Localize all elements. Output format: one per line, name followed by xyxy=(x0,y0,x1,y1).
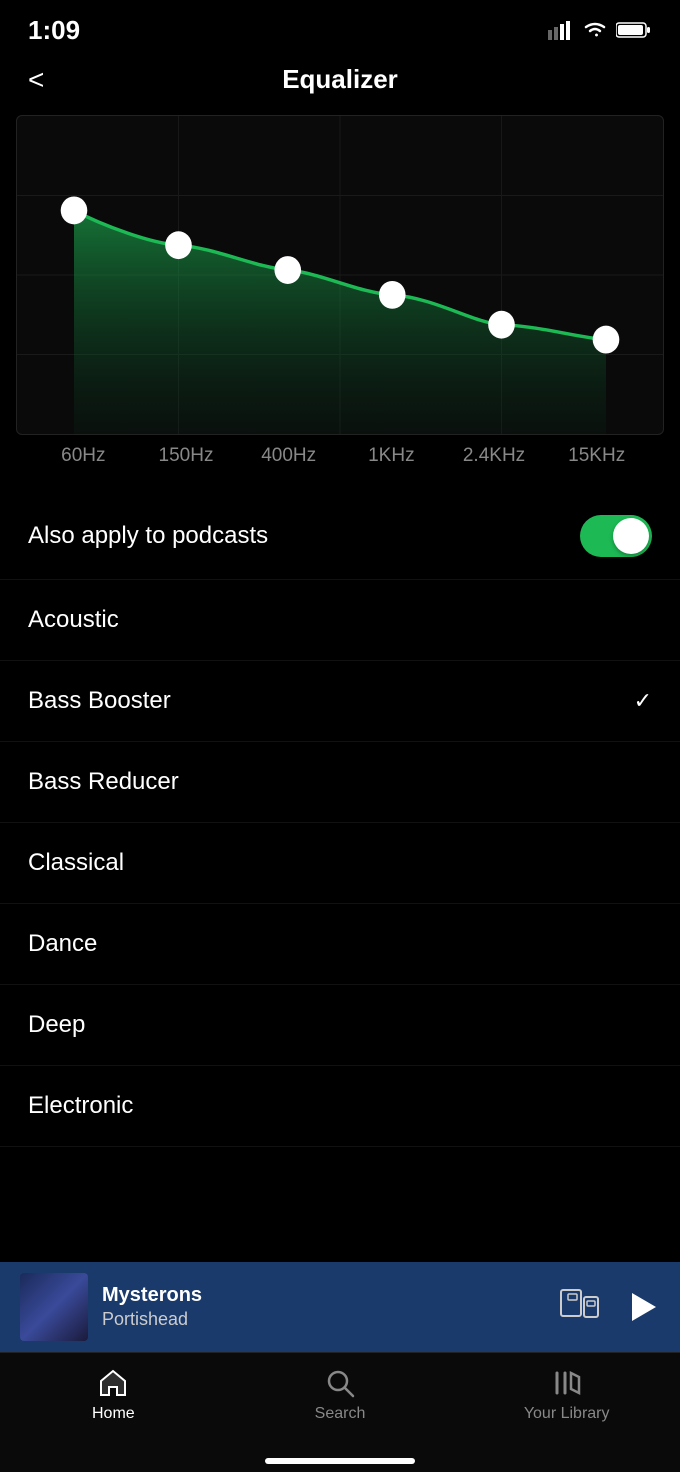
artist-name: Portishead xyxy=(102,1309,546,1330)
bottom-navigation: Home Search Your Library xyxy=(0,1352,680,1472)
podcast-toggle-row[interactable]: Also apply to podcasts xyxy=(0,493,680,580)
nav-label-search: Search xyxy=(315,1405,366,1423)
preset-name-deep: Deep xyxy=(28,1011,85,1039)
search-icon xyxy=(324,1367,356,1399)
preset-name-acoustic: Acoustic xyxy=(28,606,119,634)
selected-checkmark: ✓ xyxy=(634,688,652,714)
track-name: Mysterons xyxy=(102,1284,546,1307)
battery-icon xyxy=(616,20,652,40)
nav-label-home: Home xyxy=(92,1405,135,1423)
library-icon xyxy=(551,1367,583,1399)
status-time: 1:09 xyxy=(28,15,80,46)
eq-label-150hz: 150Hz xyxy=(135,445,238,467)
eq-label-60hz: 60Hz xyxy=(32,445,135,467)
preset-name-dance: Dance xyxy=(28,930,97,958)
toggle-knob xyxy=(613,518,649,554)
album-art xyxy=(20,1273,88,1341)
connect-device-icon[interactable] xyxy=(560,1289,600,1325)
page-title: Equalizer xyxy=(282,64,398,95)
nav-item-search[interactable]: Search xyxy=(227,1367,454,1423)
eq-label-15khz: 15KHz xyxy=(545,445,648,467)
eq-label-1khz: 1KHz xyxy=(340,445,443,467)
status-icons xyxy=(548,20,652,40)
preset-name-electronic: Electronic xyxy=(28,1092,133,1120)
preset-name-bass-reducer: Bass Reducer xyxy=(28,768,179,796)
preset-name-bass-booster: Bass Booster xyxy=(28,687,171,715)
now-playing-controls xyxy=(560,1289,660,1325)
equalizer-graph[interactable] xyxy=(16,115,664,435)
podcast-toggle[interactable] xyxy=(580,515,652,557)
preset-item-dance[interactable]: Dance xyxy=(0,904,680,985)
eq-label-400hz: 400Hz xyxy=(237,445,340,467)
play-button[interactable] xyxy=(624,1289,660,1325)
settings-section: Also apply to podcasts Acoustic Bass Boo… xyxy=(0,493,680,1147)
eq-label-2-4khz: 2.4KHz xyxy=(443,445,546,467)
album-art-image xyxy=(20,1273,88,1341)
eq-curve-svg xyxy=(17,116,663,434)
nav-item-library[interactable]: Your Library xyxy=(453,1367,680,1423)
page-header: < Equalizer xyxy=(0,54,680,115)
back-button[interactable]: < xyxy=(28,64,44,96)
preset-item-bass-reducer[interactable]: Bass Reducer xyxy=(0,742,680,823)
preset-item-bass-booster[interactable]: Bass Booster ✓ xyxy=(0,661,680,742)
podcast-toggle-label: Also apply to podcasts xyxy=(28,522,268,550)
track-info: Mysterons Portishead xyxy=(102,1284,546,1330)
now-playing-bar[interactable]: Mysterons Portishead xyxy=(0,1262,680,1352)
eq-frequency-labels: 60Hz 150Hz 400Hz 1KHz 2.4KHz 15KHz xyxy=(16,435,664,473)
preset-list: Acoustic Bass Booster ✓ Bass Reducer Cla… xyxy=(0,580,680,1147)
preset-item-electronic[interactable]: Electronic xyxy=(0,1066,680,1147)
home-indicator xyxy=(265,1458,415,1464)
nav-label-library: Your Library xyxy=(524,1405,610,1423)
wifi-icon xyxy=(582,20,608,40)
preset-item-acoustic[interactable]: Acoustic xyxy=(0,580,680,661)
preset-name-classical: Classical xyxy=(28,849,124,877)
signal-icon xyxy=(548,20,574,40)
status-bar: 1:09 xyxy=(0,0,680,54)
nav-item-home[interactable]: Home xyxy=(0,1367,227,1423)
home-icon xyxy=(97,1367,129,1399)
preset-item-deep[interactable]: Deep xyxy=(0,985,680,1066)
preset-item-classical[interactable]: Classical xyxy=(0,823,680,904)
